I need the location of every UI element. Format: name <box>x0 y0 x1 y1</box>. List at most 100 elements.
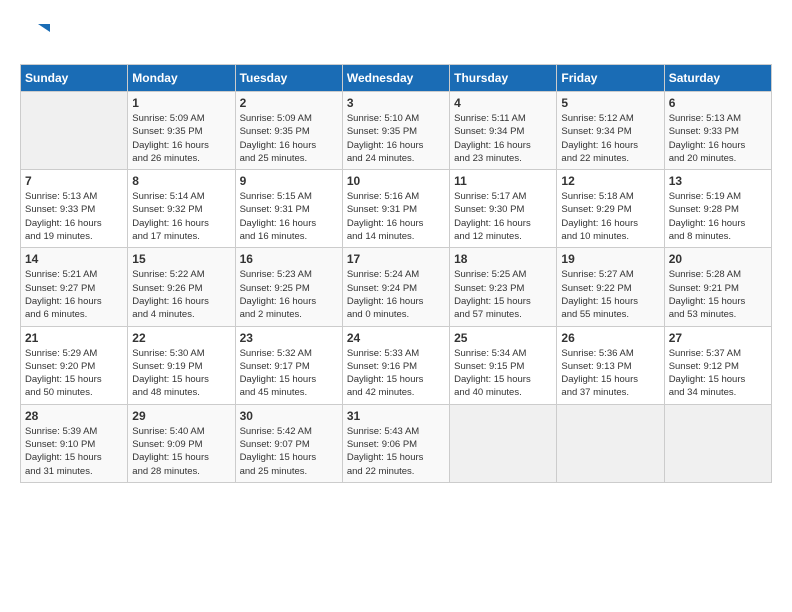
day-cell: 5 Sunrise: 5:12 AM Sunset: 9:34 PM Daylig… <box>557 92 664 170</box>
week-row-2: 7 Sunrise: 5:13 AM Sunset: 9:33 PM Daylig… <box>21 170 772 248</box>
day-info: Sunrise: 5:16 AM Sunset: 9:31 PM Dayligh… <box>347 190 445 243</box>
day-cell: 11 Sunrise: 5:17 AM Sunset: 9:30 PM Dayli… <box>450 170 557 248</box>
day-info: Sunrise: 5:29 AM Sunset: 9:20 PM Dayligh… <box>25 347 123 400</box>
day-cell: 19 Sunrise: 5:27 AM Sunset: 9:22 PM Dayli… <box>557 248 664 326</box>
day-cell: 25 Sunrise: 5:34 AM Sunset: 9:15 PM Dayli… <box>450 326 557 404</box>
day-cell: 1 Sunrise: 5:09 AM Sunset: 9:35 PM Daylig… <box>128 92 235 170</box>
day-number: 8 <box>132 174 230 188</box>
weekday-tuesday: Tuesday <box>235 65 342 92</box>
weekday-monday: Monday <box>128 65 235 92</box>
day-info: Sunrise: 5:36 AM Sunset: 9:13 PM Dayligh… <box>561 347 659 400</box>
day-number: 2 <box>240 96 338 110</box>
day-number: 11 <box>454 174 552 188</box>
day-number: 14 <box>25 252 123 266</box>
day-info: Sunrise: 5:22 AM Sunset: 9:26 PM Dayligh… <box>132 268 230 321</box>
day-info: Sunrise: 5:37 AM Sunset: 9:12 PM Dayligh… <box>669 347 767 400</box>
day-number: 19 <box>561 252 659 266</box>
day-info: Sunrise: 5:13 AM Sunset: 9:33 PM Dayligh… <box>25 190 123 243</box>
day-cell: 6 Sunrise: 5:13 AM Sunset: 9:33 PM Daylig… <box>664 92 771 170</box>
day-info: Sunrise: 5:39 AM Sunset: 9:10 PM Dayligh… <box>25 425 123 478</box>
calendar-table: SundayMondayTuesdayWednesdayThursdayFrid… <box>20 64 772 483</box>
day-cell <box>21 92 128 170</box>
day-info: Sunrise: 5:21 AM Sunset: 9:27 PM Dayligh… <box>25 268 123 321</box>
day-cell: 27Sunrise: 5:37 AM Sunset: 9:12 PM Dayli… <box>664 326 771 404</box>
day-number: 12 <box>561 174 659 188</box>
day-number: 29 <box>132 409 230 423</box>
weekday-saturday: Saturday <box>664 65 771 92</box>
day-cell: 21 Sunrise: 5:29 AM Sunset: 9:20 PM Dayli… <box>21 326 128 404</box>
day-info: Sunrise: 5:42 AM Sunset: 9:07 PM Dayligh… <box>240 425 338 478</box>
day-info: Sunrise: 5:13 AM Sunset: 9:33 PM Dayligh… <box>669 112 767 165</box>
day-number: 22 <box>132 331 230 345</box>
day-number: 10 <box>347 174 445 188</box>
calendar-body: 1 Sunrise: 5:09 AM Sunset: 9:35 PM Daylig… <box>21 92 772 483</box>
day-number: 20 <box>669 252 767 266</box>
day-info: Sunrise: 5:33 AM Sunset: 9:16 PM Dayligh… <box>347 347 445 400</box>
day-cell: 10 Sunrise: 5:16 AM Sunset: 9:31 PM Dayli… <box>342 170 449 248</box>
day-cell: 7 Sunrise: 5:13 AM Sunset: 9:33 PM Daylig… <box>21 170 128 248</box>
day-info: Sunrise: 5:18 AM Sunset: 9:29 PM Dayligh… <box>561 190 659 243</box>
day-number: 3 <box>347 96 445 110</box>
day-info: Sunrise: 5:14 AM Sunset: 9:32 PM Dayligh… <box>132 190 230 243</box>
day-number: 23 <box>240 331 338 345</box>
weekday-sunday: Sunday <box>21 65 128 92</box>
day-info: Sunrise: 5:10 AM Sunset: 9:35 PM Dayligh… <box>347 112 445 165</box>
day-info: Sunrise: 5:40 AM Sunset: 9:09 PM Dayligh… <box>132 425 230 478</box>
day-info: Sunrise: 5:12 AM Sunset: 9:34 PM Dayligh… <box>561 112 659 165</box>
day-info: Sunrise: 5:25 AM Sunset: 9:23 PM Dayligh… <box>454 268 552 321</box>
day-number: 1 <box>132 96 230 110</box>
week-row-3: 14 Sunrise: 5:21 AM Sunset: 9:27 PM Dayli… <box>21 248 772 326</box>
day-info: Sunrise: 5:43 AM Sunset: 9:06 PM Dayligh… <box>347 425 445 478</box>
day-cell: 14 Sunrise: 5:21 AM Sunset: 9:27 PM Dayli… <box>21 248 128 326</box>
day-cell: 29 Sunrise: 5:40 AM Sunset: 9:09 PM Dayli… <box>128 404 235 482</box>
weekday-row: SundayMondayTuesdayWednesdayThursdayFrid… <box>21 65 772 92</box>
week-row-5: 28 Sunrise: 5:39 AM Sunset: 9:10 PM Dayli… <box>21 404 772 482</box>
day-number: 25 <box>454 331 552 345</box>
day-number: 9 <box>240 174 338 188</box>
day-cell: 23 Sunrise: 5:32 AM Sunset: 9:17 PM Dayli… <box>235 326 342 404</box>
day-cell: 17 Sunrise: 5:24 AM Sunset: 9:24 PM Dayli… <box>342 248 449 326</box>
day-number: 5 <box>561 96 659 110</box>
day-number: 17 <box>347 252 445 266</box>
day-info: Sunrise: 5:09 AM Sunset: 9:35 PM Dayligh… <box>240 112 338 165</box>
week-row-4: 21 Sunrise: 5:29 AM Sunset: 9:20 PM Dayli… <box>21 326 772 404</box>
day-cell: 8 Sunrise: 5:14 AM Sunset: 9:32 PM Daylig… <box>128 170 235 248</box>
day-cell: 4Sunrise: 5:11 AM Sunset: 9:34 PM Daylig… <box>450 92 557 170</box>
day-info: Sunrise: 5:15 AM Sunset: 9:31 PM Dayligh… <box>240 190 338 243</box>
day-number: 18 <box>454 252 552 266</box>
day-info: Sunrise: 5:30 AM Sunset: 9:19 PM Dayligh… <box>132 347 230 400</box>
day-cell: 31Sunrise: 5:43 AM Sunset: 9:06 PM Dayli… <box>342 404 449 482</box>
day-info: Sunrise: 5:27 AM Sunset: 9:22 PM Dayligh… <box>561 268 659 321</box>
day-cell: 16 Sunrise: 5:23 AM Sunset: 9:25 PM Dayli… <box>235 248 342 326</box>
day-number: 13 <box>669 174 767 188</box>
day-cell: 30Sunrise: 5:42 AM Sunset: 9:07 PM Dayli… <box>235 404 342 482</box>
day-number: 28 <box>25 409 123 423</box>
weekday-thursday: Thursday <box>450 65 557 92</box>
day-cell: 28 Sunrise: 5:39 AM Sunset: 9:10 PM Dayli… <box>21 404 128 482</box>
weekday-friday: Friday <box>557 65 664 92</box>
day-number: 15 <box>132 252 230 266</box>
day-info: Sunrise: 5:23 AM Sunset: 9:25 PM Dayligh… <box>240 268 338 321</box>
day-number: 7 <box>25 174 123 188</box>
day-number: 16 <box>240 252 338 266</box>
day-info: Sunrise: 5:11 AM Sunset: 9:34 PM Dayligh… <box>454 112 552 165</box>
day-cell: 9 Sunrise: 5:15 AM Sunset: 9:31 PM Daylig… <box>235 170 342 248</box>
day-number: 21 <box>25 331 123 345</box>
day-info: Sunrise: 5:28 AM Sunset: 9:21 PM Dayligh… <box>669 268 767 321</box>
day-cell: 18 Sunrise: 5:25 AM Sunset: 9:23 PM Dayli… <box>450 248 557 326</box>
day-info: Sunrise: 5:24 AM Sunset: 9:24 PM Dayligh… <box>347 268 445 321</box>
day-info: Sunrise: 5:09 AM Sunset: 9:35 PM Dayligh… <box>132 112 230 165</box>
day-cell <box>664 404 771 482</box>
week-row-1: 1 Sunrise: 5:09 AM Sunset: 9:35 PM Daylig… <box>21 92 772 170</box>
day-number: 24 <box>347 331 445 345</box>
calendar-header: SundayMondayTuesdayWednesdayThursdayFrid… <box>21 65 772 92</box>
day-info: Sunrise: 5:32 AM Sunset: 9:17 PM Dayligh… <box>240 347 338 400</box>
day-info: Sunrise: 5:17 AM Sunset: 9:30 PM Dayligh… <box>454 190 552 243</box>
day-cell: 13Sunrise: 5:19 AM Sunset: 9:28 PM Dayli… <box>664 170 771 248</box>
day-info: Sunrise: 5:34 AM Sunset: 9:15 PM Dayligh… <box>454 347 552 400</box>
day-cell: 2 Sunrise: 5:09 AM Sunset: 9:35 PM Daylig… <box>235 92 342 170</box>
day-number: 6 <box>669 96 767 110</box>
page-header <box>20 20 772 54</box>
day-cell: 22 Sunrise: 5:30 AM Sunset: 9:19 PM Dayli… <box>128 326 235 404</box>
day-cell: 12 Sunrise: 5:18 AM Sunset: 9:29 PM Dayli… <box>557 170 664 248</box>
